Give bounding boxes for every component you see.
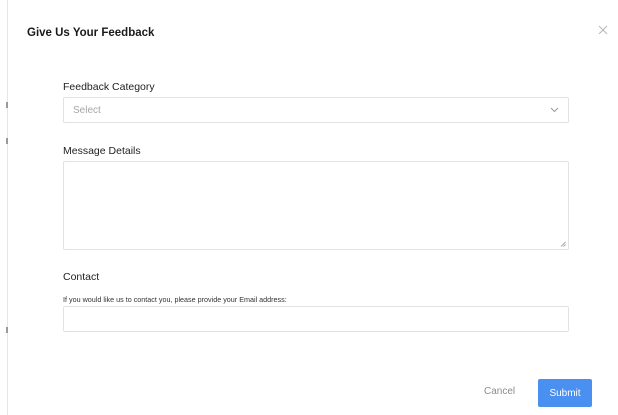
message-details-textarea[interactable]	[63, 161, 569, 250]
feedback-category-value: Select	[73, 105, 101, 116]
background-edge-tick	[6, 327, 8, 333]
submit-button[interactable]: Submit	[538, 379, 592, 407]
feedback-dialog: Give Us Your Feedback Feedback Category …	[0, 0, 618, 415]
feedback-category-select[interactable]: Select	[63, 97, 569, 123]
background-edge	[7, 0, 8, 415]
chevron-down-icon	[550, 107, 559, 113]
background-edge-tick	[6, 102, 8, 108]
close-button[interactable]	[597, 23, 609, 35]
cancel-button[interactable]: Cancel	[484, 386, 515, 397]
message-details-label: Message Details	[63, 145, 141, 157]
close-icon	[598, 25, 608, 35]
feedback-category-label: Feedback Category	[63, 81, 155, 93]
contact-label: Contact	[63, 271, 100, 283]
resize-grip-icon[interactable]	[560, 241, 566, 247]
background-edge-tick	[6, 138, 8, 144]
email-input[interactable]	[63, 306, 569, 332]
contact-help-text: If you would like us to contact you, ple…	[63, 295, 287, 304]
dialog-title: Give Us Your Feedback	[27, 27, 155, 39]
